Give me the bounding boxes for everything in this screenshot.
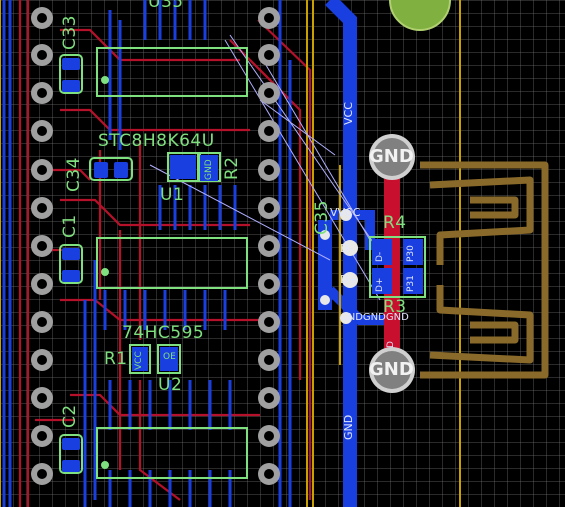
c1-label: C1 [60, 214, 80, 238]
usb-pad-dplus: D+ [375, 277, 385, 292]
u1-part-label: STC8H8K64U [98, 131, 215, 151]
gndgnd-net-label: GNDGNDGND [340, 312, 409, 323]
usb-connector-outline [420, 161, 549, 379]
u1-pad-gnd-text: GND [204, 159, 214, 180]
c33-label: C33 [60, 14, 80, 50]
u2-pad-vcc-text: VCC [134, 351, 144, 370]
usb-pad-dminus: D- [375, 251, 385, 262]
pcb-canvas[interactable]: C33 U35 STC8H8K64U C34 U1 R2 C1 74HC595 … [0, 0, 565, 507]
r4-label: R4 [383, 213, 407, 233]
gnd-net-label: GND [342, 414, 355, 440]
mounting-hole-top-label: GND [369, 146, 414, 167]
c34-label: C34 [64, 156, 84, 192]
pcb-layers [0, 0, 549, 507]
silkscreen-outlines [59, 47, 426, 479]
u1-designator: U1 [160, 185, 185, 205]
r1-label: R1 [104, 349, 128, 369]
top-pad-large[interactable] [389, 0, 451, 31]
vcc-net-label: VCC [342, 102, 355, 125]
u35-label: U35 [148, 0, 184, 12]
dminus-net-label: D- [340, 242, 353, 255]
usb-pad-p31: P31 [406, 275, 416, 292]
u2-designator: U2 [158, 375, 183, 395]
u2-part-label: 74HC595 [122, 323, 205, 343]
r2-label: R2 [222, 156, 242, 180]
c35-label: C35 [312, 199, 332, 235]
usb-pad-p30: P30 [406, 245, 416, 262]
u2-pad-oe-text: OE [163, 352, 176, 362]
vvcc-net-label: VVCC [330, 206, 361, 219]
dplus-net-label: D+ [340, 273, 358, 286]
c2-label: C2 [60, 404, 80, 428]
usb-d-label: D [386, 341, 396, 348]
mounting-hole-bottom-label: GND [369, 359, 414, 380]
